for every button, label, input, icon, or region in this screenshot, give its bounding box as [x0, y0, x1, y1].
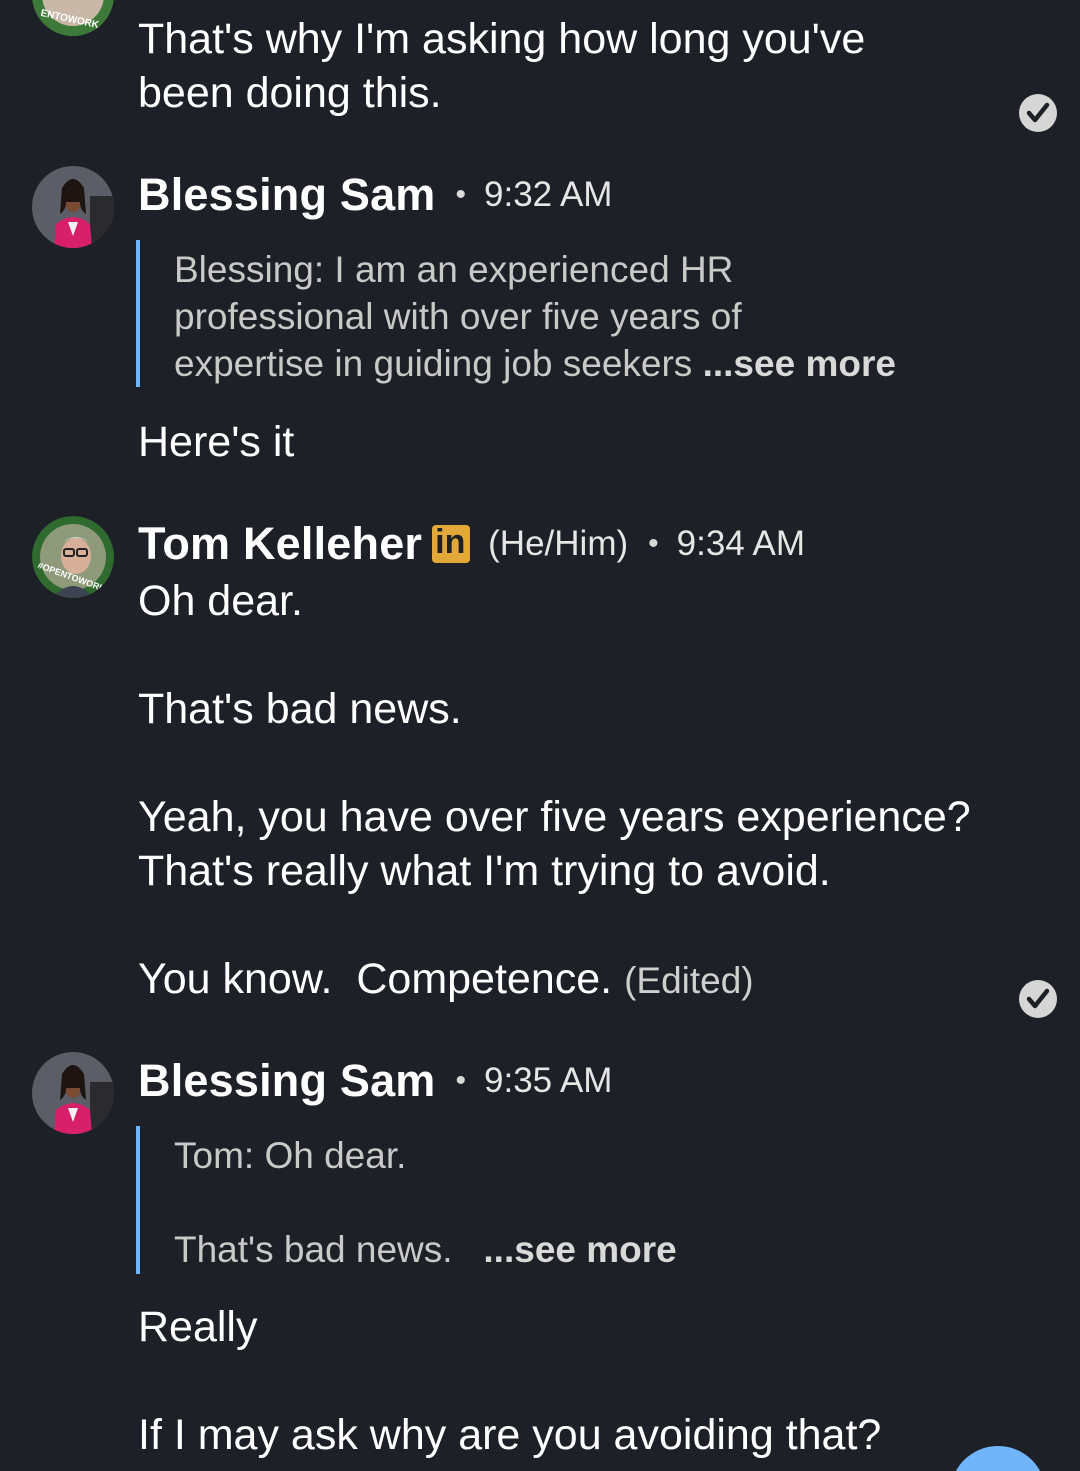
- quote-line-text: expertise in guiding job seekers: [174, 343, 693, 384]
- sender-pronouns: (He/Him): [488, 524, 629, 563]
- quote-line-text: That's bad news.: [174, 1229, 453, 1270]
- separator-dot: •: [648, 527, 659, 560]
- quote-line: professional with over five years of: [174, 296, 742, 337]
- message-line: Yeah, you have over five years experienc…: [138, 793, 971, 841]
- linkedin-badge-icon: in: [432, 523, 471, 563]
- quoted-reply[interactable]: Blessing: I am an experienced HR profess…: [136, 240, 896, 387]
- floating-action-button[interactable]: [950, 1446, 1046, 1471]
- quoted-reply[interactable]: Tom: Oh dear. That's bad news. ...see mo…: [136, 1126, 677, 1274]
- message-sender-header: Blessing Sam • 9:35 AM: [138, 1052, 612, 1110]
- see-more-link[interactable]: ...see more: [483, 1229, 676, 1270]
- avatar-blessing-sam[interactable]: [32, 1052, 114, 1134]
- check-circle-icon: [1019, 94, 1057, 132]
- message-line: been doing this.: [138, 69, 442, 117]
- message-sender-header: Tom Kelleher in (He/Him) • 9:34 AM: [138, 515, 805, 573]
- check-circle-icon: [1019, 980, 1057, 1018]
- message-text: Here's it: [138, 418, 295, 466]
- sender-name[interactable]: Blessing Sam: [138, 1055, 436, 1107]
- quote-blank-line: [174, 1179, 677, 1226]
- message-text: If I may ask why are you avoiding that?: [138, 1411, 882, 1459]
- message-text: You know. Competence. (Edited): [138, 952, 754, 1008]
- avatar-blessing-sam[interactable]: [32, 166, 114, 248]
- chat-screen: ENTOWORK That's why I'm asking how long …: [0, 0, 1080, 1471]
- message-timestamp: 9:34 AM: [676, 524, 806, 563]
- linkedin-badge-text: in: [435, 523, 466, 561]
- message-text: Oh dear.: [138, 577, 303, 625]
- quote-line: Tom: Oh dear.: [174, 1135, 407, 1176]
- message-line: That's why I'm asking how long you've: [138, 15, 866, 63]
- message-text: Yeah, you have over five years experienc…: [138, 790, 971, 898]
- quote-line: That's bad news. ...see more: [174, 1226, 677, 1273]
- sender-name[interactable]: Tom Kelleher: [138, 518, 422, 570]
- quote-line: Blessing: I am an experienced HR: [174, 249, 734, 290]
- separator-dot: •: [455, 178, 467, 211]
- quote-line: expertise in guiding job seekers ...see …: [174, 340, 896, 387]
- message-text: Really: [138, 1303, 258, 1351]
- message-line: That's really what I'm trying to avoid.: [138, 847, 831, 895]
- message-timestamp: 9:35 AM: [484, 1061, 613, 1100]
- message-sender-header: Blessing Sam • 9:32 AM: [138, 166, 612, 224]
- message-line: You know. Competence.: [138, 955, 613, 1003]
- see-more-link[interactable]: ...see more: [703, 343, 896, 384]
- avatar-tom-kelleher[interactable]: #OPENTOWORK: [32, 516, 114, 598]
- message-text: That's why I'm asking how long you've be…: [138, 12, 865, 120]
- message-text: That's bad news.: [138, 685, 462, 733]
- edited-label: (Edited): [624, 960, 754, 1001]
- message-timestamp: 9:32 AM: [484, 175, 613, 214]
- avatar-tom-partial[interactable]: ENTOWORK: [32, 0, 114, 36]
- separator-dot: •: [455, 1064, 467, 1097]
- sender-name[interactable]: Blessing Sam: [138, 169, 436, 221]
